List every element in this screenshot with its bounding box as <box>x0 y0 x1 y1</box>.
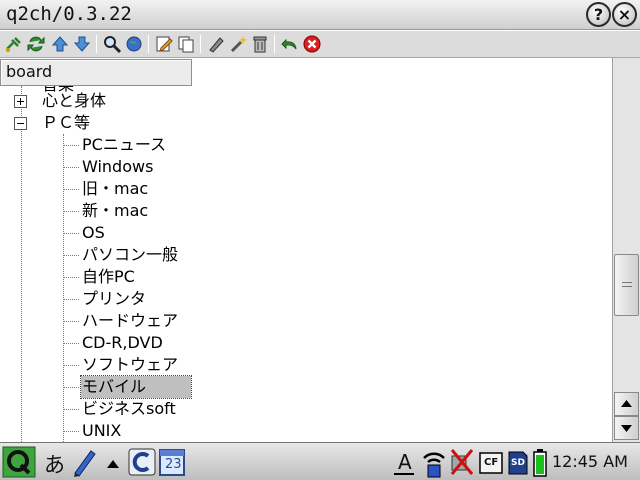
tree-item[interactable]: ビジネスsoft <box>82 398 176 420</box>
tree-item-selected[interactable]: モバイル <box>80 375 192 399</box>
calendar-icon[interactable]: 23 <box>158 446 186 478</box>
undo-icon[interactable] <box>280 34 300 54</box>
board-selector-value: board <box>6 62 53 81</box>
tree-branch <box>63 409 79 410</box>
tree-branch <box>63 343 79 344</box>
copy-icon[interactable] <box>176 34 196 54</box>
tree-item[interactable]: ソフトウェア <box>82 354 178 376</box>
tree-item[interactable]: OS <box>82 222 105 244</box>
tree-branch <box>63 277 79 278</box>
tree-branch <box>63 211 79 212</box>
vertical-scrollbar[interactable] <box>612 58 640 442</box>
sd-label: SD <box>511 458 525 468</box>
arrow-up-icon[interactable] <box>50 34 70 54</box>
toolbar-separator <box>200 35 201 53</box>
globe-icon[interactable] <box>124 34 144 54</box>
tree-line <box>63 134 64 442</box>
title-bar: q2ch/0.3.22 ? × <box>0 0 640 30</box>
triangle-up-icon[interactable] <box>104 446 122 478</box>
tree-branch <box>63 365 79 366</box>
refresh-icon[interactable] <box>26 34 46 54</box>
tree-branch <box>63 233 79 234</box>
wand-icon[interactable] <box>228 34 248 54</box>
input-mode-indicator[interactable]: あ <box>44 449 65 479</box>
triangle-down-icon <box>621 425 632 432</box>
pen-icon[interactable] <box>206 34 226 54</box>
tree-item[interactable]: Windows <box>82 156 153 178</box>
window-title: q2ch/0.3.22 <box>6 3 132 25</box>
app-c-icon[interactable] <box>128 446 156 478</box>
scroll-up-button[interactable] <box>614 392 639 416</box>
scrollbar-thumb[interactable] <box>614 254 639 316</box>
tree-item[interactable]: UNIX <box>82 420 121 442</box>
calendar-day: 23 <box>165 457 182 472</box>
muted-network-icon[interactable] <box>448 446 476 478</box>
board-tree: 音楽 心と身体 ＰＣ等 PCニュース Windows 旧・mac 新・mac O… <box>0 86 612 442</box>
clock[interactable]: 12:45 AM <box>552 452 628 471</box>
arrow-down-icon[interactable] <box>72 34 92 54</box>
tree-item[interactable]: ハードウェア <box>82 310 178 332</box>
search-icon[interactable] <box>102 34 122 54</box>
board-selector[interactable]: board <box>0 59 192 86</box>
tree-branch <box>63 189 79 190</box>
collapse-toggle[interactable] <box>14 117 27 130</box>
close-button[interactable]: × <box>612 2 637 27</box>
tree-item[interactable]: 旧・mac <box>82 178 148 200</box>
tree-branch <box>63 431 79 432</box>
help-button[interactable]: ? <box>586 2 611 27</box>
cf-label: CF <box>484 457 499 468</box>
toolbar-separator <box>148 35 149 53</box>
tree-branch <box>63 145 79 146</box>
scroll-down-button[interactable] <box>614 416 639 440</box>
expand-toggle[interactable] <box>14 95 27 108</box>
toolbar-separator <box>274 35 275 53</box>
tree-item[interactable]: プリンタ <box>82 288 146 310</box>
connect-icon[interactable] <box>4 34 24 54</box>
stop-icon[interactable] <box>302 34 322 54</box>
tree-branch <box>63 255 79 256</box>
toolbar-separator <box>96 35 97 53</box>
tree-item[interactable]: パソコン一般 <box>82 244 178 266</box>
tree-item[interactable]: CD-R,DVD <box>82 332 163 354</box>
tree-item[interactable]: 自作PC <box>82 266 135 288</box>
keyboard-indicator-icon[interactable]: A <box>392 446 416 478</box>
sd-card-icon[interactable]: SD <box>506 446 530 478</box>
tree-category[interactable]: 心と身体 <box>42 90 106 112</box>
battery-icon[interactable] <box>532 446 548 478</box>
tree-branch <box>63 167 79 168</box>
tree-item[interactable]: 新・mac <box>82 200 148 222</box>
cf-card-icon[interactable]: CF <box>478 446 504 478</box>
handwriting-pen-icon[interactable] <box>70 446 98 478</box>
tree-branch <box>63 387 79 388</box>
toolbar <box>0 31 640 58</box>
triangle-up-icon <box>621 400 632 407</box>
taskbar: あ 23 A CF SD 12:45 AM <box>0 442 640 480</box>
tree-branch <box>63 299 79 300</box>
launcher-q-icon[interactable] <box>2 446 36 478</box>
tree-line <box>21 86 22 442</box>
trash-icon[interactable] <box>250 34 270 54</box>
edit-icon[interactable] <box>154 34 174 54</box>
tree-category[interactable]: ＰＣ等 <box>42 112 90 134</box>
tree-branch <box>63 321 79 322</box>
tree-item[interactable]: PCニュース <box>82 134 166 156</box>
wifi-icon[interactable] <box>420 446 448 478</box>
app-window: q2ch/0.3.22 ? × board 心と身体 ＰＣ等 PCニュース Wi… <box>0 0 640 480</box>
